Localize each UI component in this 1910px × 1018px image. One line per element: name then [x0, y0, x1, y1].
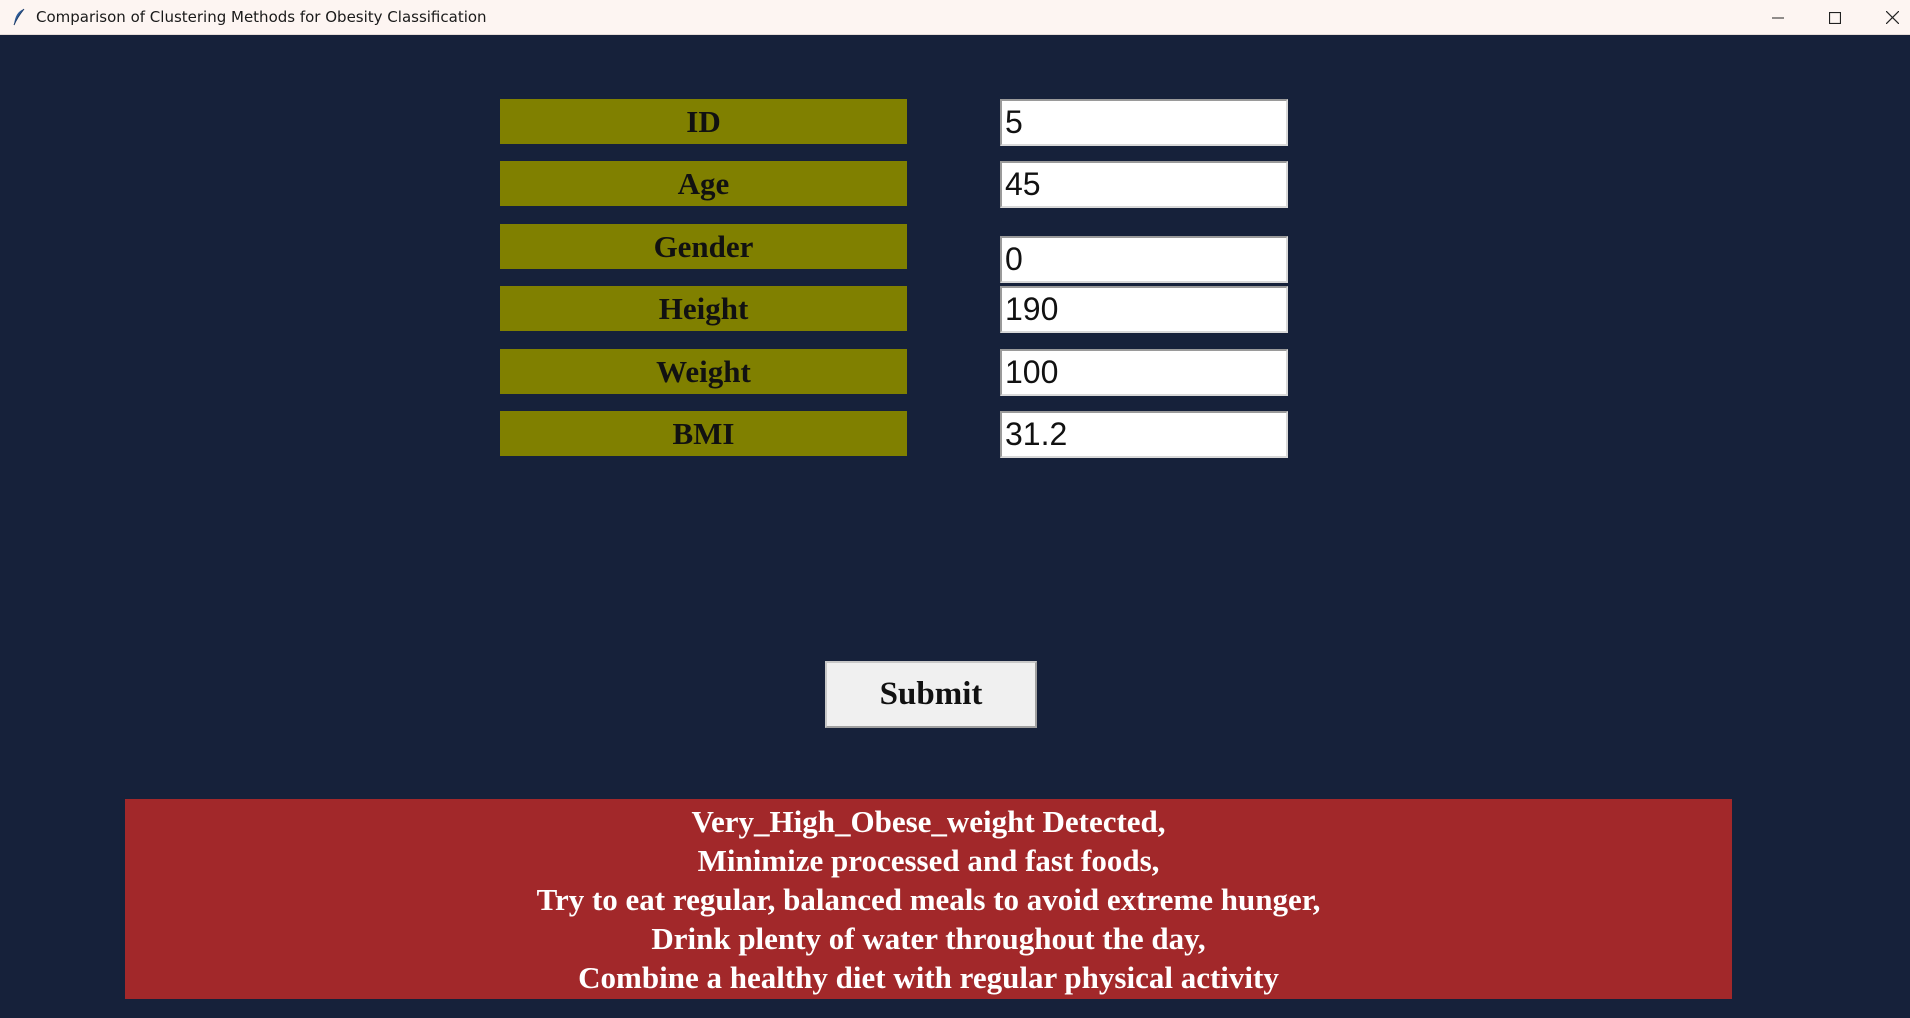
- label-height: Height: [500, 286, 907, 331]
- id-input[interactable]: [1000, 99, 1288, 146]
- close-icon: [1885, 11, 1899, 24]
- result-line: Minimize processed and fast foods,: [697, 842, 1160, 878]
- label-weight: Weight: [500, 349, 907, 394]
- gender-input[interactable]: [1000, 236, 1288, 283]
- maximize-button[interactable]: [1807, 0, 1863, 35]
- maximize-icon: [1829, 11, 1841, 24]
- minimize-button[interactable]: [1750, 0, 1806, 35]
- title-bar: Comparison of Clustering Methods for Obe…: [0, 0, 1910, 35]
- label-age: Age: [500, 161, 907, 206]
- label-bmi: BMI: [500, 411, 907, 456]
- label-gender: Gender: [500, 224, 907, 269]
- result-line: Very_High_Obese_weight Detected,: [691, 803, 1166, 839]
- result-panel: Very_High_Obese_weight Detected, Minimiz…: [125, 799, 1732, 999]
- height-input[interactable]: [1000, 286, 1288, 333]
- app-window: Comparison of Clustering Methods for Obe…: [0, 0, 1910, 1018]
- feather-icon: [12, 8, 26, 26]
- bmi-input[interactable]: [1000, 411, 1288, 458]
- window-title: Comparison of Clustering Methods for Obe…: [36, 8, 487, 26]
- result-line: Try to eat regular, balanced meals to av…: [536, 881, 1321, 917]
- result-line: Combine a healthy diet with regular phys…: [578, 959, 1279, 995]
- submit-button[interactable]: Submit: [825, 661, 1037, 728]
- result-line: Drink plenty of water throughout the day…: [651, 920, 1206, 956]
- label-id: ID: [500, 99, 907, 144]
- minimize-icon: [1772, 12, 1784, 24]
- close-button[interactable]: [1864, 0, 1910, 35]
- weight-input[interactable]: [1000, 349, 1288, 396]
- age-input[interactable]: [1000, 161, 1288, 208]
